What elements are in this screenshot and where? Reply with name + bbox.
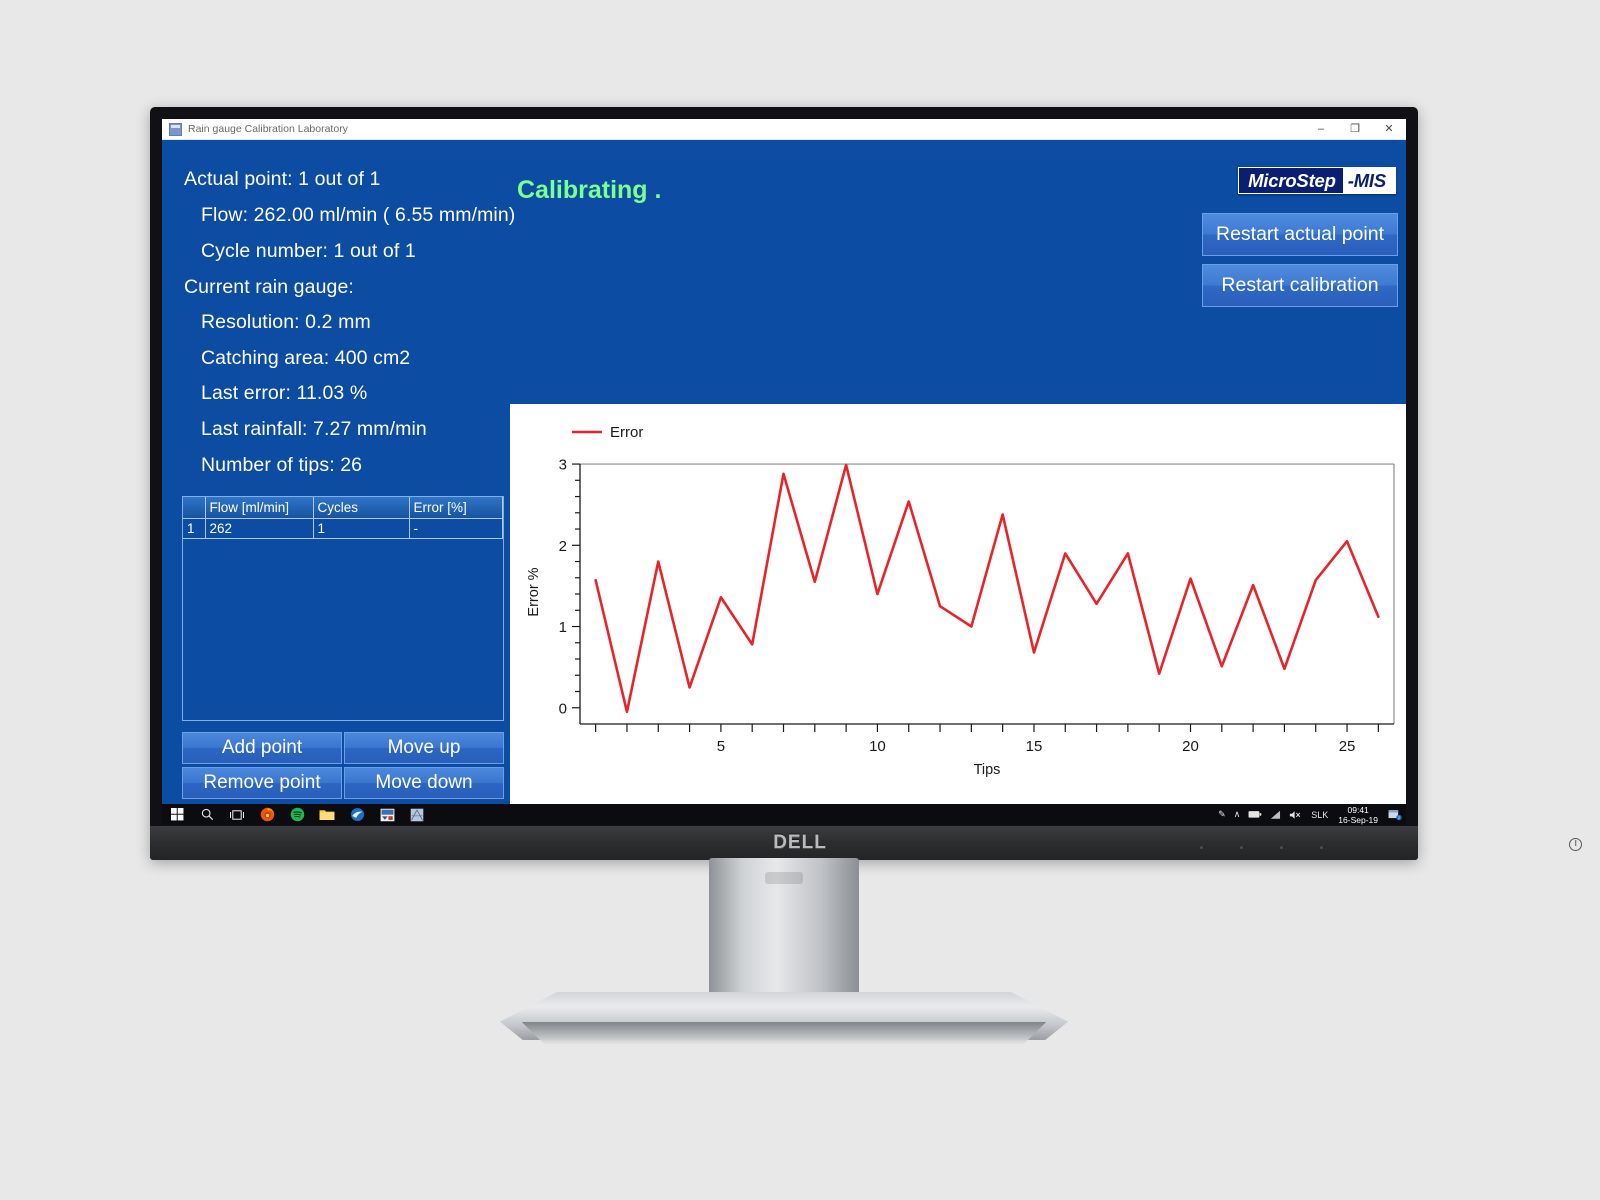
- error-chart-panel: 0 1 2 3 5 10 15 20 25 Tips Error % Error: [510, 404, 1406, 804]
- task-view-icon[interactable]: [222, 804, 252, 825]
- monitor-power-button[interactable]: [1569, 838, 1582, 851]
- cell-index: 1: [183, 518, 206, 539]
- windows-start-icon[interactable]: [162, 804, 192, 825]
- x-tick-label: 20: [1182, 738, 1199, 755]
- cell-flow: 262: [205, 518, 314, 539]
- application-body: Actual point: 1 out of 1 Flow: 262.00 ml…: [162, 140, 1406, 804]
- monitor-stand-neck: [709, 858, 859, 998]
- move-down-button[interactable]: Move down: [344, 767, 504, 799]
- calibration-points-table[interactable]: Flow [ml/min] Cycles Error [%] 1 262 1 -: [182, 496, 504, 721]
- last-rainfall-label: Last rainfall: 7.27 mm/min: [201, 418, 427, 440]
- column-header-index: [183, 497, 206, 519]
- cell-error: -: [409, 518, 503, 539]
- move-up-button[interactable]: Move up: [344, 732, 504, 764]
- y-tick-label: 2: [559, 538, 567, 555]
- y-tick-label: 1: [559, 619, 567, 636]
- clock[interactable]: 09:41 16-Sep-19: [1332, 805, 1384, 825]
- monitor-assembly: Rain gauge Calibration Laboratory – ❐ ✕ …: [0, 0, 1600, 1200]
- cell-cycles: 1: [313, 518, 410, 539]
- restart-actual-point-button[interactable]: Restart actual point: [1202, 213, 1398, 256]
- app-icon[interactable]: [402, 804, 432, 825]
- y-tick-label: 3: [559, 457, 567, 474]
- maximize-button[interactable]: ❐: [1338, 119, 1372, 140]
- y-axis-label: Error %: [526, 567, 542, 616]
- network-icon[interactable]: [1266, 804, 1285, 825]
- cycle-number-label: Cycle number: 1 out of 1: [201, 240, 416, 262]
- monitor-buttons[interactable]: [1190, 842, 1400, 854]
- file-explorer-icon[interactable]: [312, 804, 342, 825]
- svg-text:2: 2: [1398, 816, 1400, 820]
- language-indicator[interactable]: SLK: [1307, 804, 1332, 825]
- table-header-row: Flow [ml/min] Cycles Error [%]: [183, 497, 503, 519]
- move-up-label: Move up: [387, 737, 461, 758]
- firefox-icon[interactable]: [252, 804, 282, 825]
- x-tick-label: 15: [1026, 738, 1043, 755]
- minimize-button[interactable]: –: [1304, 119, 1338, 140]
- pen-icon[interactable]: ✎: [1214, 804, 1230, 825]
- spotify-icon[interactable]: [282, 804, 312, 825]
- search-icon[interactable]: [192, 804, 222, 825]
- close-button[interactable]: ✕: [1372, 119, 1406, 140]
- close-icon: ✕: [1384, 123, 1394, 135]
- restart-calibration-label: Restart calibration: [1221, 274, 1379, 296]
- y-tick-label: 0: [559, 700, 567, 717]
- logo-text-microstep: MicroStep: [1248, 169, 1336, 191]
- screen: Rain gauge Calibration Laboratory – ❐ ✕ …: [162, 119, 1406, 825]
- volume-muted-icon[interactable]: [1285, 804, 1307, 825]
- x-tick-label: 10: [869, 738, 886, 755]
- number-of-tips-label: Number of tips: 26: [201, 454, 363, 476]
- actual-point-label: Actual point: 1 out of 1: [184, 168, 381, 190]
- windows-taskbar: ✎ ∧ SLK 09:41 16-Sep-19 2: [162, 804, 1406, 825]
- x-tick-label: 5: [717, 738, 725, 755]
- current-gauge-label: Current rain gauge:: [184, 276, 354, 298]
- error-series-line: [594, 463, 1380, 714]
- maximize-icon: ❐: [1350, 123, 1360, 135]
- visio-icon[interactable]: [372, 804, 402, 825]
- clock-date: 16-Sep-19: [1338, 814, 1378, 825]
- column-header-flow: Flow [ml/min]: [205, 497, 314, 519]
- logo-text-mis: -MIS: [1342, 168, 1395, 193]
- table-row[interactable]: 1 262 1 -: [183, 518, 503, 539]
- remove-point-button[interactable]: Remove point: [182, 767, 342, 799]
- minimize-icon: –: [1317, 123, 1325, 135]
- window-title: Rain gauge Calibration Laboratory: [188, 123, 348, 135]
- system-tray: ✎ ∧ SLK 09:41 16-Sep-19 2: [1214, 804, 1406, 825]
- battery-icon[interactable]: [1244, 804, 1266, 825]
- error-line-chart: 0 1 2 3 5 10 15 20 25 Tips Error % Error: [526, 424, 1395, 778]
- column-header-cycles: Cycles: [313, 497, 410, 519]
- x-tick-label: 25: [1339, 738, 1356, 755]
- last-error-label: Last error: 11.03 %: [201, 382, 368, 404]
- microstep-mis-logo: MicroStep -MIS: [1238, 167, 1396, 194]
- x-axis-label: Tips: [974, 762, 1001, 778]
- resolution-label: Resolution: 0.2 mm: [201, 311, 371, 333]
- add-point-label: Add point: [221, 737, 303, 758]
- monitor-stand-base-front: [521, 1022, 1047, 1044]
- restart-calibration-button[interactable]: Restart calibration: [1202, 264, 1398, 307]
- add-point-button[interactable]: Add point: [182, 732, 342, 764]
- remove-point-label: Remove point: [203, 772, 321, 793]
- window-titlebar: Rain gauge Calibration Laboratory – ❐ ✕: [162, 119, 1406, 140]
- window-controls: – ❐ ✕: [1304, 119, 1406, 140]
- app-icon: [169, 122, 182, 136]
- move-down-label: Move down: [375, 772, 473, 793]
- notifications-icon[interactable]: 2: [1384, 804, 1406, 825]
- flow-label: Flow: 262.00 ml/min ( 6.55 mm/min): [201, 204, 516, 226]
- column-header-error: Error [%]: [409, 497, 503, 519]
- restart-actual-point-label: Restart actual point: [1215, 223, 1384, 245]
- mail-icon[interactable]: [342, 804, 372, 825]
- clock-time: 09:41: [1347, 804, 1369, 815]
- catching-area-label: Catching area: 400 cm2: [201, 347, 411, 369]
- chevron-up-icon[interactable]: ∧: [1230, 804, 1245, 825]
- status-badge: Calibrating .: [517, 176, 662, 204]
- legend-label: Error: [610, 424, 643, 441]
- monitor-brand-logo: DELL: [773, 832, 827, 853]
